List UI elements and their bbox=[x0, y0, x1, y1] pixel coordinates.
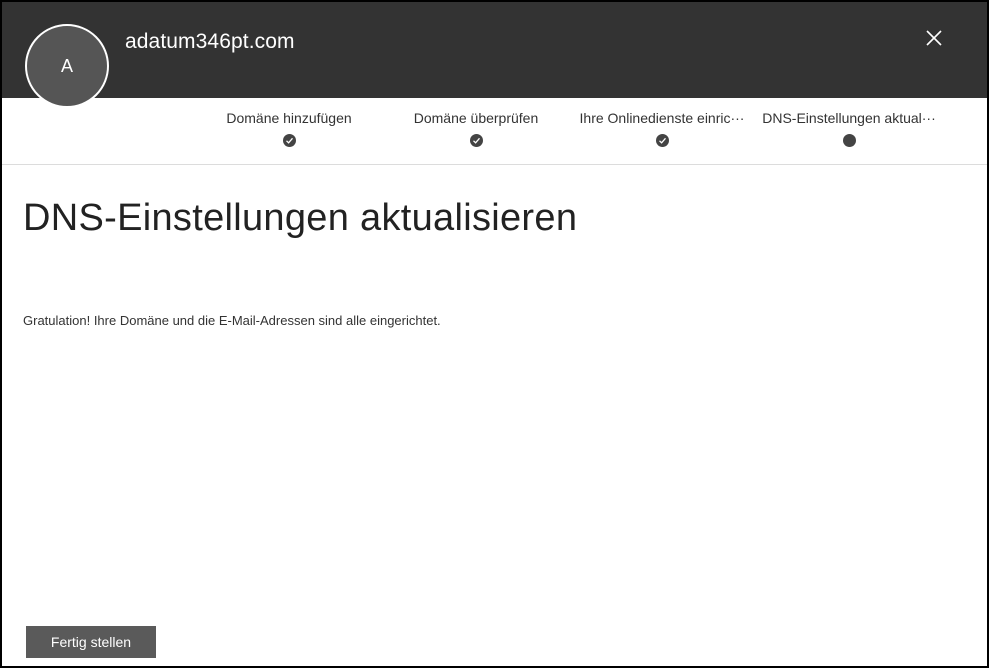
step-complete-check-icon bbox=[469, 134, 483, 147]
wizard-steps: Domäne hinzufügen Domäne überprüfen Ihre… bbox=[2, 98, 987, 165]
step-complete-check-icon bbox=[282, 134, 296, 147]
success-message: Gratulation! Ihre Domäne und die E-Mail-… bbox=[23, 313, 441, 328]
domain-title: adatum346pt.com bbox=[125, 30, 295, 53]
avatar: A bbox=[25, 24, 109, 108]
step-label: Domäne hinzufügen bbox=[226, 110, 352, 126]
page-title: DNS-Einstellungen aktualisieren bbox=[23, 197, 578, 239]
step-update-dns[interactable]: DNS-Einstellungen aktual··· bbox=[754, 110, 944, 147]
step-complete-check-icon bbox=[655, 134, 669, 147]
close-button[interactable] bbox=[920, 24, 948, 52]
step-verify-domain[interactable]: Domäne überprüfen bbox=[381, 110, 571, 147]
close-icon bbox=[926, 30, 942, 46]
step-label: Ihre Onlinedienste einric··· bbox=[579, 110, 745, 126]
step-setup-services[interactable]: Ihre Onlinedienste einric··· bbox=[567, 110, 757, 147]
step-label: DNS-Einstellungen aktual··· bbox=[762, 110, 936, 126]
wizard-panel: adatum346pt.com A Domäne hinzufügen Domä… bbox=[0, 0, 989, 668]
step-label: Domäne überprüfen bbox=[413, 110, 539, 126]
step-current-dot-icon bbox=[842, 134, 856, 147]
step-add-domain[interactable]: Domäne hinzufügen bbox=[194, 110, 384, 147]
finish-button[interactable]: Fertig stellen bbox=[26, 626, 156, 658]
panel-header: adatum346pt.com bbox=[2, 2, 987, 98]
